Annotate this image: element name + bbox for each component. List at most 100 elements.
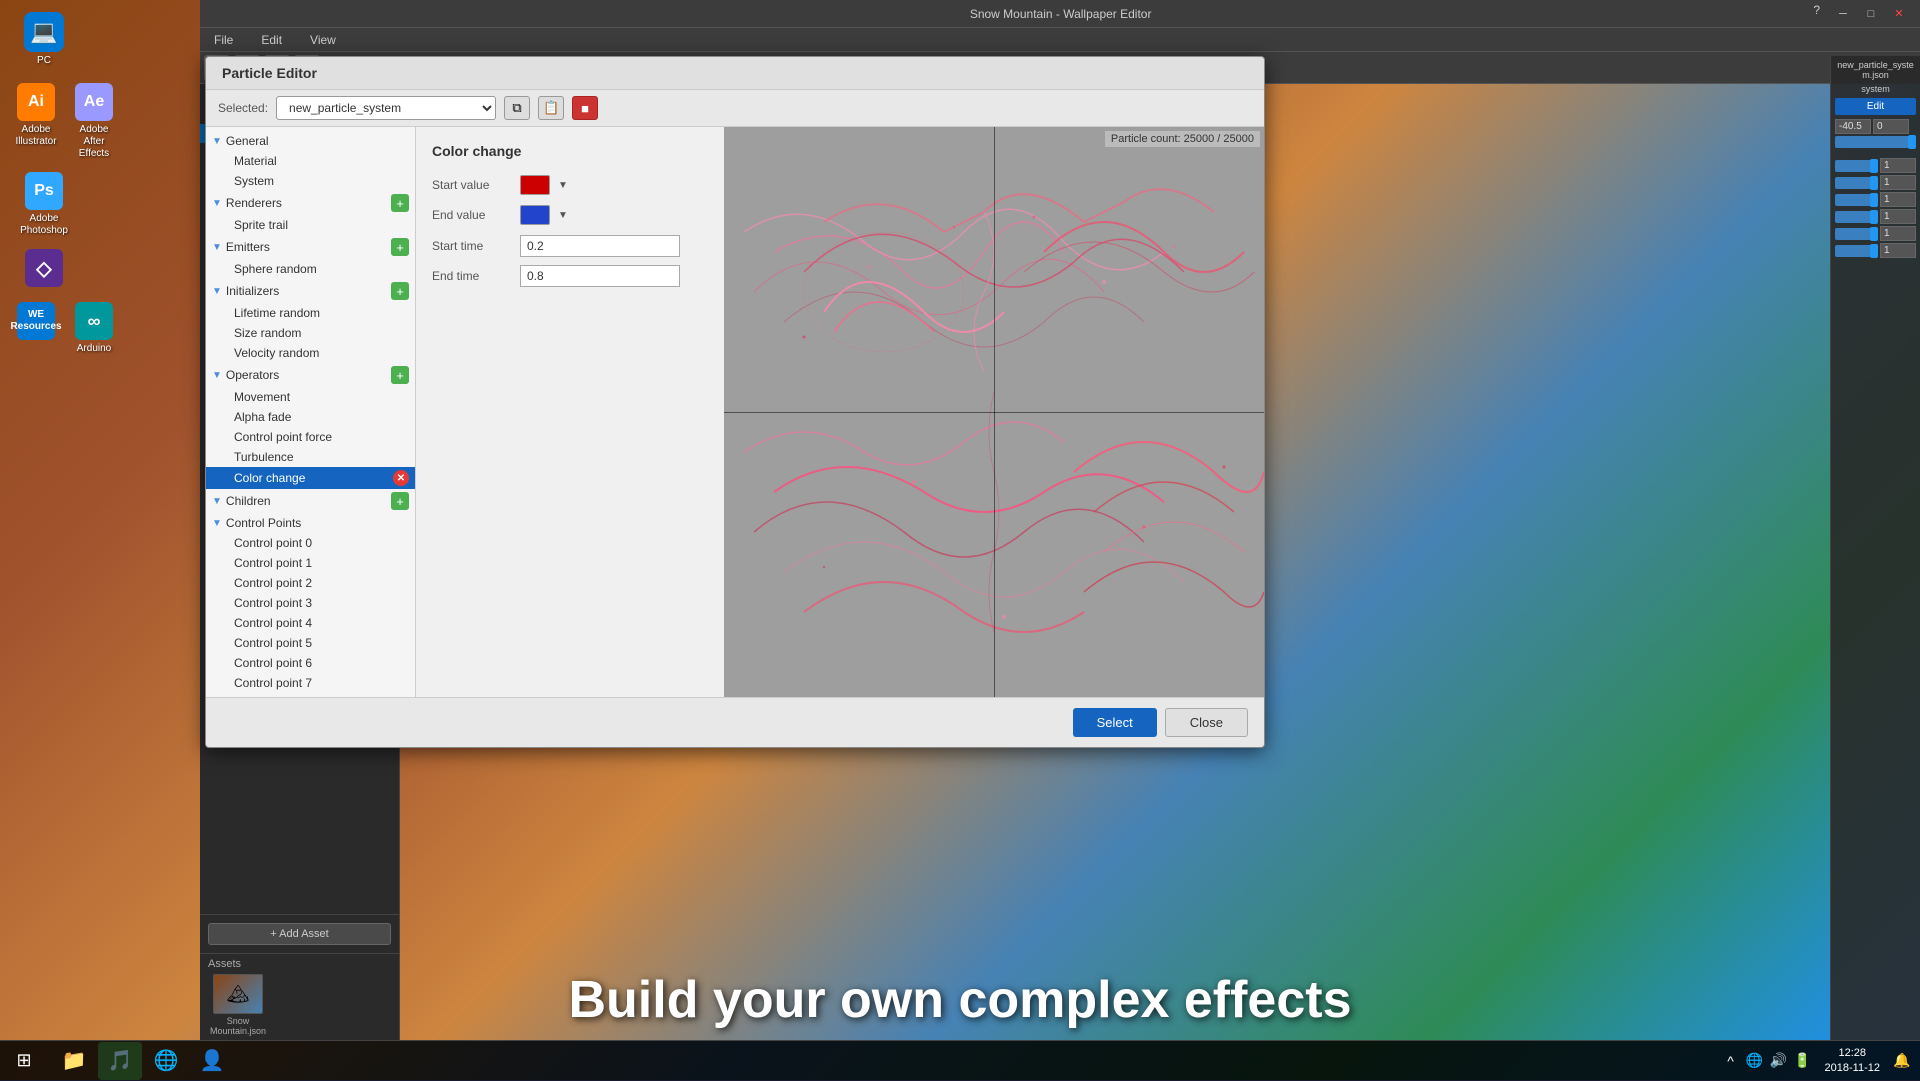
taskbar-app[interactable]: 👤	[190, 1042, 234, 1080]
slider-5[interactable]	[1835, 228, 1878, 240]
tree-group-children[interactable]: ▼ Children +	[206, 489, 415, 513]
tree-item-control-point-force[interactable]: Control point force	[206, 427, 415, 447]
tree-item-system[interactable]: System	[206, 171, 415, 191]
end-time-label: End time	[432, 269, 512, 283]
desktop-icon-ai[interactable]: Ai AdobeIllustrator	[8, 79, 64, 164]
slider-2[interactable]	[1835, 177, 1878, 189]
taskbar-chrome[interactable]: 🌐	[144, 1042, 188, 1080]
input-1[interactable]	[1880, 158, 1916, 173]
desktop-icon-ps[interactable]: Ps AdobePhotoshop	[8, 168, 80, 241]
tray-volume[interactable]: 🔊	[1769, 1051, 1789, 1071]
tree-group-initializers[interactable]: ▼ Initializers +	[206, 279, 415, 303]
input-6[interactable]	[1880, 243, 1916, 258]
tree-group-operators[interactable]: ▼ Operators +	[206, 363, 415, 387]
tree-group-general[interactable]: ▼ General	[206, 131, 415, 151]
tree-item-cp3[interactable]: Control point 3	[206, 593, 415, 613]
emitters-add-button[interactable]: +	[391, 238, 409, 256]
end-color-dropdown-arrow[interactable]: ▼	[558, 210, 568, 221]
desktop-icon-pc[interactable]: 💻 PC	[8, 8, 80, 71]
particle-system-select[interactable]: new_particle_system	[276, 96, 496, 120]
tree-item-size-random[interactable]: Size random	[206, 323, 415, 343]
row-6	[1835, 243, 1916, 258]
help-icon[interactable]: ?	[1813, 3, 1820, 25]
copy-button[interactable]: ⧉	[504, 96, 530, 120]
tree-item-material[interactable]: Material	[206, 151, 415, 171]
tree-item-sphere-random[interactable]: Sphere random	[206, 259, 415, 279]
tray-notification[interactable]: 🔔	[1892, 1051, 1912, 1071]
start-button[interactable]: ⊞	[0, 1041, 48, 1081]
right-edit-button[interactable]: Edit	[1835, 98, 1916, 115]
right-input-0[interactable]	[1835, 119, 1871, 134]
operators-add-button[interactable]: +	[391, 366, 409, 384]
desktop-icon-we[interactable]: WEResources	[8, 298, 64, 359]
tray-network[interactable]: 🌐	[1745, 1051, 1765, 1071]
clock[interactable]: 12:28 2018-11-12	[1817, 1046, 1888, 1075]
preview-panel: Particle count: 25000 / 25000	[724, 127, 1264, 697]
slider-1[interactable]	[1835, 160, 1878, 172]
tree-item-cp6[interactable]: Control point 6	[206, 653, 415, 673]
taskbar-spotify[interactable]: 🎵	[98, 1042, 142, 1080]
menu-file[interactable]: File	[208, 31, 239, 49]
slider-6[interactable]	[1835, 245, 1878, 257]
taskbar-pinned-items: 📁 🎵 🌐 👤	[48, 1041, 234, 1080]
desktop-icon-ai-label: AdobeIllustrator	[15, 124, 56, 148]
tray-battery[interactable]: 🔋	[1793, 1051, 1813, 1071]
input-5[interactable]	[1880, 226, 1916, 241]
tree-item-movement[interactable]: Movement	[206, 387, 415, 407]
start-color-dropdown-arrow[interactable]: ▼	[558, 180, 568, 191]
operators-arrow: ▼	[212, 370, 222, 381]
desktop-icon-ae[interactable]: Ae AdobeAfter Effects	[66, 79, 122, 164]
minimize-button[interactable]: ─	[1830, 3, 1856, 25]
end-time-input[interactable]	[520, 265, 680, 287]
tree-item-lifetime-random[interactable]: Lifetime random	[206, 303, 415, 323]
delete-button[interactable]: ■	[572, 96, 598, 120]
slider-3[interactable]	[1835, 194, 1878, 206]
menu-edit[interactable]: Edit	[255, 31, 288, 49]
menu-view[interactable]: View	[304, 31, 342, 49]
tray-chevron[interactable]: ^	[1721, 1051, 1741, 1071]
assets-label: Assets	[208, 958, 391, 970]
tree-item-cp2[interactable]: Control point 2	[206, 573, 415, 593]
right-input-0b[interactable]	[1873, 119, 1909, 134]
select-button[interactable]: Select	[1073, 708, 1157, 737]
taskbar-file-explorer[interactable]: 📁	[52, 1042, 96, 1080]
start-color-swatch[interactable]	[520, 175, 550, 195]
delete-color-change-btn[interactable]: ✕	[393, 470, 409, 486]
tree-item-cp0[interactable]: Control point 0	[206, 533, 415, 553]
tree-item-cp5[interactable]: Control point 5	[206, 633, 415, 653]
slider-4[interactable]	[1835, 211, 1878, 223]
desktop-icon-vs[interactable]: ◇	[8, 245, 80, 294]
taskbar: ⊞ 📁 🎵 🌐 👤 ^ 🌐 🔊 🔋 12:28 2018-11-12 🔔	[0, 1040, 1920, 1080]
end-color-swatch[interactable]	[520, 205, 550, 225]
tree-item-sprite-trail[interactable]: Sprite trail	[206, 215, 415, 235]
close-button[interactable]: ✕	[1886, 3, 1912, 25]
tree-group-emitters[interactable]: ▼ Emitters +	[206, 235, 415, 259]
tree-item-alpha-fade[interactable]: Alpha fade	[206, 407, 415, 427]
input-3[interactable]	[1880, 192, 1916, 207]
tree-group-renderers[interactable]: ▼ Renderers +	[206, 191, 415, 215]
initializers-add-button[interactable]: +	[391, 282, 409, 300]
desktop-icon-arduino[interactable]: ∞ Arduino	[66, 298, 122, 359]
renderers-arrow: ▼	[212, 198, 222, 209]
tree-item-color-change[interactable]: Color change ✕	[206, 467, 415, 489]
selected-label: Selected:	[218, 101, 268, 115]
renderers-add-button[interactable]: +	[391, 194, 409, 212]
tree-item-cp7[interactable]: Control point 7	[206, 673, 415, 693]
tree-item-velocity-random[interactable]: Velocity random	[206, 343, 415, 363]
tree-group-control-points[interactable]: ▼ Control Points	[206, 513, 415, 533]
tree-item-cp4[interactable]: Control point 4	[206, 613, 415, 633]
add-asset-button[interactable]: + Add Asset	[208, 923, 391, 945]
close-dialog-button[interactable]: Close	[1165, 708, 1248, 737]
children-add-button[interactable]: +	[391, 492, 409, 510]
paste-button[interactable]: 📋	[538, 96, 564, 120]
renderers-label: Renderers	[226, 196, 282, 210]
right-panel-filename-label: new_particle_system.json	[1835, 60, 1916, 80]
maximize-button[interactable]: □	[1858, 3, 1884, 25]
start-time-input[interactable]	[520, 235, 680, 257]
row-4	[1835, 209, 1916, 224]
tree-item-turbulence[interactable]: Turbulence	[206, 447, 415, 467]
input-2[interactable]	[1880, 175, 1916, 190]
right-slider-0[interactable]	[1835, 136, 1916, 148]
tree-item-cp1[interactable]: Control point 1	[206, 553, 415, 573]
input-4[interactable]	[1880, 209, 1916, 224]
